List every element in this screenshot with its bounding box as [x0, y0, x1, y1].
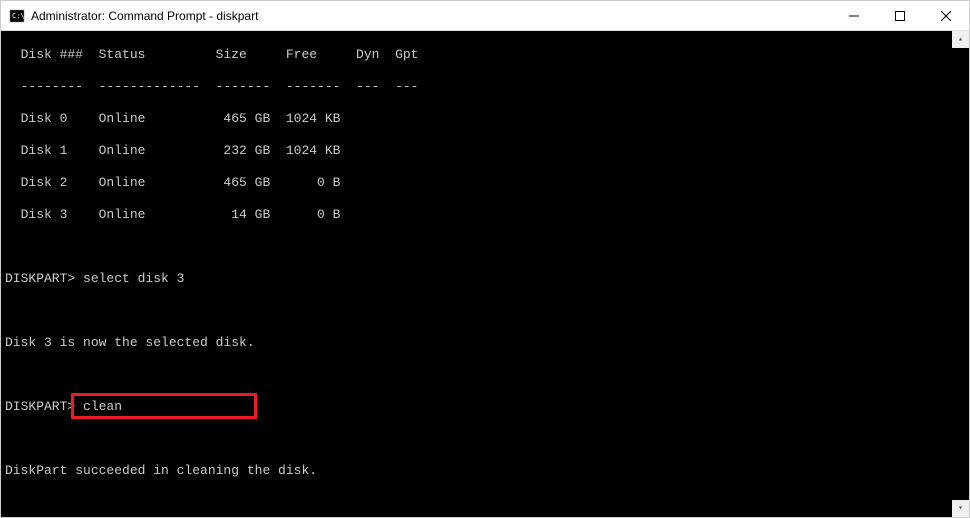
maximize-button[interactable] — [877, 1, 923, 30]
blank-line — [5, 239, 965, 255]
cmd-icon: C:\ — [9, 8, 25, 24]
blank-line — [5, 495, 965, 511]
blank-line — [5, 303, 965, 319]
terminal-area[interactable]: ▴ ▾ Disk ### Status Size Free Dyn Gpt --… — [1, 31, 969, 517]
output-line: DiskPart succeeded in cleaning the disk. — [5, 463, 965, 479]
minimize-button[interactable] — [831, 1, 877, 30]
scrollbar-up-button[interactable]: ▴ — [952, 31, 969, 48]
output-line: Disk 3 is now the selected disk. — [5, 335, 965, 351]
titlebar[interactable]: C:\ Administrator: Command Prompt - disk… — [1, 1, 969, 31]
window-title: Administrator: Command Prompt - diskpart — [31, 9, 831, 23]
close-button[interactable] — [923, 1, 969, 30]
window-controls — [831, 1, 969, 30]
cmd-line: DISKPART> clean — [5, 399, 965, 415]
disk-row: Disk 0 Online 465 GB 1024 KB — [5, 111, 965, 127]
svg-text:C:\: C:\ — [12, 12, 25, 20]
disk-row: Disk 3 Online 14 GB 0 B — [5, 207, 965, 223]
cmd-line: DISKPART> select disk 3 — [5, 271, 965, 287]
blank-line — [5, 431, 965, 447]
terminal-content: Disk ### Status Size Free Dyn Gpt ------… — [5, 31, 965, 517]
blank-line — [5, 367, 965, 383]
disk-table-divider: -------- ------------- ------- ------- -… — [5, 79, 965, 95]
cmd-window: C:\ Administrator: Command Prompt - disk… — [0, 0, 970, 518]
disk-row: Disk 1 Online 232 GB 1024 KB — [5, 143, 965, 159]
scrollbar-down-button[interactable]: ▾ — [952, 500, 969, 517]
disk-table-header: Disk ### Status Size Free Dyn Gpt — [5, 47, 965, 63]
disk-row: Disk 2 Online 465 GB 0 B — [5, 175, 965, 191]
